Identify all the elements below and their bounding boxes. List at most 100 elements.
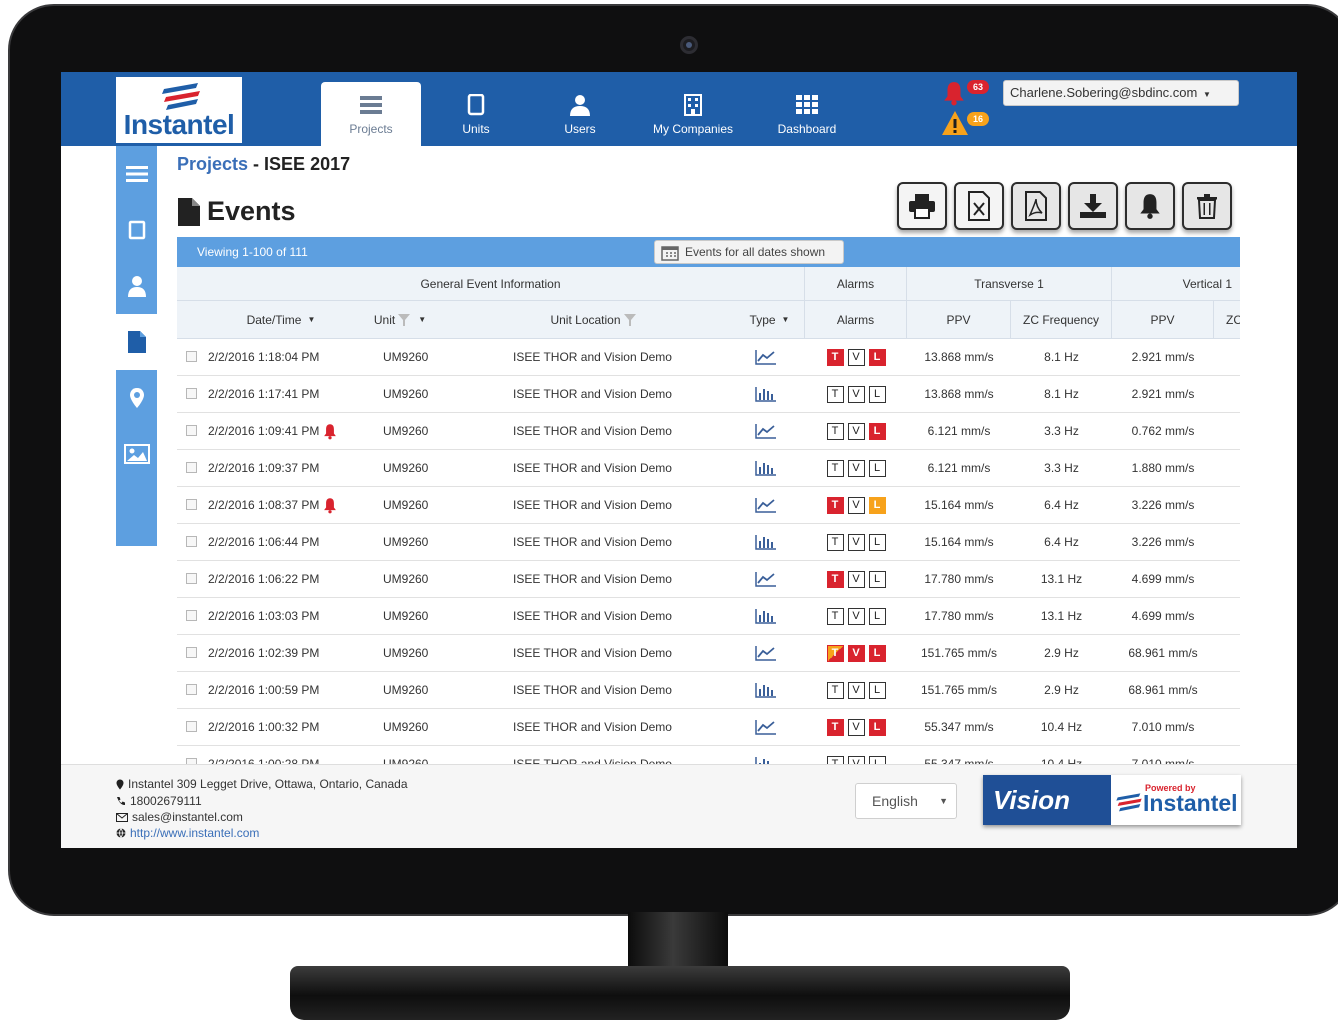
- cell-alarms: TVL: [805, 450, 907, 486]
- sidebar-item-events[interactable]: [116, 314, 157, 370]
- table-row[interactable]: 2/2/2016 1:08:37 PM UM9260 ISEE THOR and V…: [177, 487, 1240, 524]
- unit-text: UM9260: [383, 572, 429, 586]
- sidebar-item-users[interactable]: [116, 258, 157, 314]
- col-v-ppv: PPV: [1112, 301, 1214, 338]
- row-checkbox[interactable]: [186, 388, 197, 399]
- language-select[interactable]: English ▼: [855, 783, 957, 819]
- delete-button[interactable]: [1182, 182, 1232, 230]
- cell-unit[interactable]: UM9260: [383, 524, 453, 560]
- group-vertical-1: Vertical 1: [1182, 276, 1232, 291]
- cell-type[interactable]: [735, 672, 797, 708]
- row-checkbox[interactable]: [186, 684, 197, 695]
- user-email: Charlene.Sobering@sbdinc.com: [1010, 85, 1198, 100]
- cell-type[interactable]: [735, 561, 797, 597]
- footer-website-link[interactable]: http://www.instantel.com: [116, 826, 259, 840]
- globe-icon: [116, 828, 126, 838]
- alarm-t-indicator: T: [826, 496, 844, 514]
- cell-unit[interactable]: UM9260: [383, 413, 453, 449]
- row-checkbox[interactable]: [186, 425, 197, 436]
- cell-unit[interactable]: UM9260: [383, 672, 453, 708]
- cell-unit[interactable]: UM9260: [383, 709, 453, 745]
- print-icon: [909, 194, 935, 219]
- row-checkbox[interactable]: [186, 721, 197, 732]
- print-button[interactable]: [897, 182, 947, 230]
- warning-notifications[interactable]: 16: [941, 110, 989, 141]
- table-row[interactable]: 2/2/2016 1:17:41 PM UM9260 ISEE THOR and V…: [177, 376, 1240, 413]
- cell-datetime: 2/2/2016 1:06:44 PM: [208, 524, 368, 560]
- col-datetime[interactable]: Date/Time ▼: [197, 301, 365, 338]
- tab-users[interactable]: Users: [533, 82, 627, 146]
- table-row[interactable]: 2/2/2016 1:09:37 PM UM9260 ISEE THOR and V…: [177, 450, 1240, 487]
- user-account-dropdown[interactable]: Charlene.Sobering@sbdinc.com ▼: [1003, 80, 1239, 106]
- cell-t-ppv: 17.780 mm/s: [907, 561, 1011, 597]
- col-unit-location[interactable]: Unit Location: [435, 301, 751, 338]
- row-checkbox[interactable]: [186, 462, 197, 473]
- t-zc-text: 8.1 Hz: [1044, 350, 1079, 364]
- table-row[interactable]: 2/2/2016 1:09:41 PM UM9260 ISEE THOR and V…: [177, 413, 1240, 450]
- t-ppv-text: 6.121 mm/s: [927, 424, 991, 438]
- t-zc-text: 2.9 Hz: [1044, 683, 1079, 697]
- date-range-button[interactable]: Events for all dates shown: [654, 240, 844, 264]
- sidebar-menu-toggle[interactable]: [116, 146, 157, 202]
- export-pdf-button[interactable]: [1011, 182, 1061, 230]
- alarm-t-indicator: T: [826, 570, 844, 588]
- cell-type[interactable]: [735, 524, 797, 560]
- cell-datetime: 2/2/2016 1:03:03 PM: [208, 598, 368, 634]
- cell-datetime: 2/2/2016 1:00:32 PM: [208, 709, 368, 745]
- cell-type[interactable]: [735, 709, 797, 745]
- footer-email[interactable]: sales@instantel.com: [116, 810, 243, 824]
- cell-alarms: TVL: [805, 561, 907, 597]
- cell-type[interactable]: [735, 339, 797, 375]
- alarm-l-indicator: L: [868, 607, 886, 625]
- table-row[interactable]: 2/2/2016 1:02:39 PM UM9260 ISEE THOR and V…: [177, 635, 1240, 672]
- row-checkbox[interactable]: [186, 536, 197, 547]
- tab-projects[interactable]: Projects: [321, 82, 421, 146]
- table-row[interactable]: 2/2/2016 1:03:03 PM UM9260 ISEE THOR and V…: [177, 598, 1240, 635]
- col-type[interactable]: Type ▼: [735, 301, 805, 338]
- cell-unit[interactable]: UM9260: [383, 635, 453, 671]
- cell-unit[interactable]: UM9260: [383, 598, 453, 634]
- cell-unit[interactable]: UM9260: [383, 339, 453, 375]
- alarm-notifications[interactable]: 63: [941, 80, 989, 111]
- datetime-text: 2/2/2016 1:00:32 PM: [208, 720, 320, 734]
- row-checkbox[interactable]: [186, 647, 197, 658]
- v-ppv-text: 68.961 mm/s: [1128, 683, 1198, 697]
- group-general-info: General Event Information: [177, 267, 805, 300]
- location-text: ISEE THOR and Vision Demo: [513, 683, 672, 697]
- cell-unit[interactable]: UM9260: [383, 487, 453, 523]
- cell-type[interactable]: [735, 413, 797, 449]
- export-excel-button[interactable]: [954, 182, 1004, 230]
- table-row[interactable]: 2/2/2016 1:06:44 PM UM9260 ISEE THOR and V…: [177, 524, 1240, 561]
- cell-type[interactable]: [735, 487, 797, 523]
- alarm-settings-button[interactable]: [1125, 182, 1175, 230]
- cell-unit[interactable]: UM9260: [383, 450, 453, 486]
- breadcrumb-projects-link[interactable]: Projects: [177, 154, 248, 174]
- tab-my-companies[interactable]: My Companies: [641, 82, 745, 146]
- cell-type[interactable]: [735, 450, 797, 486]
- tab-units[interactable]: Units: [429, 82, 523, 146]
- cell-unit[interactable]: UM9260: [383, 376, 453, 412]
- download-button[interactable]: [1068, 182, 1118, 230]
- table-row[interactable]: 2/2/2016 1:00:32 PM UM9260 ISEE THOR and V…: [177, 709, 1240, 746]
- table-row[interactable]: 2/2/2016 1:06:22 PM UM9260 ISEE THOR and V…: [177, 561, 1240, 598]
- v-ppv-text: 1.880 mm/s: [1131, 461, 1195, 475]
- row-checkbox[interactable]: [186, 573, 197, 584]
- sidebar-item-units[interactable]: [116, 202, 157, 258]
- cell-type[interactable]: [735, 598, 797, 634]
- table-row[interactable]: 2/2/2016 1:18:04 PM UM9260 ISEE THOR and V…: [177, 339, 1240, 376]
- table-row[interactable]: 2/2/2016 1:00:59 PM UM9260 ISEE THOR and V…: [177, 672, 1240, 709]
- cell-unit[interactable]: UM9260: [383, 561, 453, 597]
- col-unit[interactable]: Unit ▼: [365, 301, 435, 338]
- unit-text: UM9260: [383, 609, 429, 623]
- alarm-t-indicator: T: [826, 385, 844, 403]
- row-checkbox[interactable]: [186, 351, 197, 362]
- alarm-t-indicator: T: [826, 718, 844, 736]
- instantel-logo[interactable]: Instantel: [116, 77, 242, 143]
- row-checkbox[interactable]: [186, 610, 197, 621]
- tab-dashboard[interactable]: Dashboard: [759, 82, 855, 146]
- sidebar-item-images[interactable]: [116, 426, 157, 482]
- cell-type[interactable]: [735, 376, 797, 412]
- sidebar-item-locations[interactable]: [116, 370, 157, 426]
- row-checkbox[interactable]: [186, 499, 197, 510]
- cell-type[interactable]: [735, 635, 797, 671]
